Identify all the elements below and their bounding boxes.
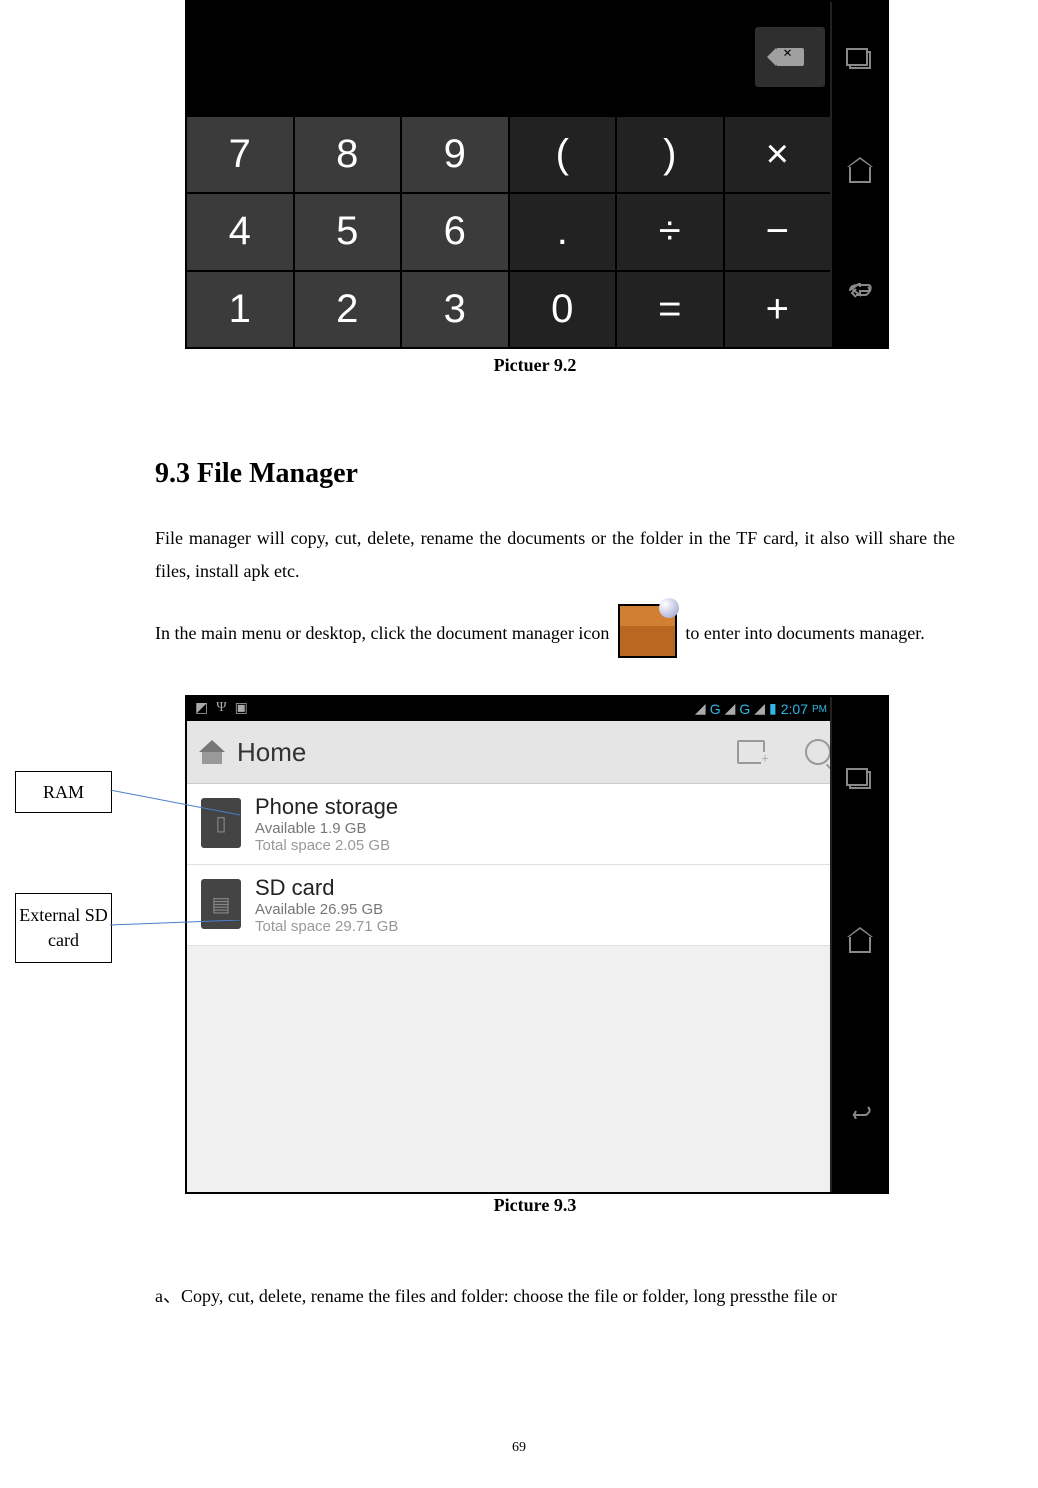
status-icon: ◩ [195,700,208,717]
calc-display [187,2,887,117]
usb-icon: Ψ [216,700,226,717]
page-number: 69 [0,1440,1038,1456]
file-manager-header: Home [187,721,887,784]
home-icon[interactable] [848,935,872,955]
phone-storage-available: Available 1.9 GB [255,820,398,837]
para2-part-b: to enter into documents manager. [685,623,924,643]
sd-card-title: SD card [255,875,398,901]
storage-item-phone[interactable]: ▯ Phone storage Available 1.9 GB Total s… [187,784,887,865]
battery-icon: ▮ [769,701,777,718]
calc-key-lparen[interactable]: ( [510,117,616,192]
calc-key-divide[interactable]: ÷ [617,194,723,269]
calc-key-rparen[interactable]: ) [617,117,723,192]
calc-key-7[interactable]: 7 [187,117,293,192]
signal-icon-2: ◢ [754,701,765,718]
recent-apps-icon[interactable] [848,770,872,790]
section-paragraph-1: File manager will copy, cut, delete, ren… [155,522,955,588]
network-g-icon: G [710,701,721,717]
system-navbar [830,2,887,347]
calc-key-8[interactable]: 8 [295,117,401,192]
calc-key-4[interactable]: 4 [187,194,293,269]
breadcrumb-home: Home [237,737,737,768]
storage-item-sd[interactable]: ▤ SD card Available 26.95 GB Total space… [187,865,887,946]
calc-key-3[interactable]: 3 [402,272,508,347]
para2-part-a: In the main menu or desktop, click the d… [155,623,614,643]
recent-apps-icon[interactable] [848,50,872,70]
network-g-icon-2: G [739,701,750,717]
search-button[interactable] [805,739,831,765]
annotation-sd: External SD card [15,893,112,963]
storage-list: ▯ Phone storage Available 1.9 GB Total s… [187,784,887,946]
calc-key-0[interactable]: 0 [510,272,616,347]
figure-caption-93: Picture 9.3 [185,1195,885,1216]
figure-caption-92: Pictuer 9.2 [185,355,885,376]
back-icon[interactable] [848,280,872,300]
calc-key-dot[interactable]: . [510,194,616,269]
home-folder-icon[interactable] [199,740,225,764]
calc-key-multiply[interactable]: × [725,117,831,192]
calc-key-equals[interactable]: = [617,272,723,347]
annotation-ram: RAM [15,771,112,813]
calc-key-minus[interactable]: − [725,194,831,269]
calc-keypad: 7 8 9 ( ) × 4 5 6 . ÷ − 1 2 3 0 = + [187,117,830,347]
calc-key-2[interactable]: 2 [295,272,401,347]
calc-delete-button[interactable] [755,27,825,87]
calc-key-6[interactable]: 6 [402,194,508,269]
calc-key-plus[interactable]: + [725,272,831,347]
sd-card-available: Available 26.95 GB [255,901,398,918]
phone-storage-icon: ▯ [201,798,241,848]
status-time: 2:07 [781,701,808,717]
section-heading: 9.3 File Manager [155,458,358,490]
status-bar: ◩ Ψ ▣ ◢ G ◢ G ◢ ▮ 2:07 PM [187,697,887,721]
section-paragraph-2: In the main menu or desktop, click the d… [155,608,955,662]
phone-storage-total: Total space 2.05 GB [255,837,398,854]
section-paragraph-3: a、Copy, cut, delete, rename the files an… [155,1280,955,1313]
phone-storage-title: Phone storage [255,794,398,820]
calc-key-9[interactable]: 9 [402,117,508,192]
system-navbar-2 [830,697,887,1192]
calc-key-5[interactable]: 5 [295,194,401,269]
wifi-icon: ◢ [695,701,706,718]
signal-icon: ◢ [725,701,736,718]
new-folder-button[interactable] [737,740,765,764]
backspace-icon [776,48,804,66]
home-icon[interactable] [848,165,872,185]
android-icon: ▣ [235,700,248,717]
status-ampm: PM [812,704,827,715]
file-manager-screenshot: ◩ Ψ ▣ ◢ G ◢ G ◢ ▮ 2:07 PM Home ▯ [185,695,889,1194]
sd-card-total: Total space 29.71 GB [255,918,398,935]
calculator-screenshot: 7 8 9 ( ) × 4 5 6 . ÷ − 1 2 3 0 = + [185,0,889,349]
file-manager-app-icon [618,604,677,658]
sd-card-icon: ▤ [201,879,241,929]
back-icon[interactable] [848,1100,872,1120]
calc-key-1[interactable]: 1 [187,272,293,347]
